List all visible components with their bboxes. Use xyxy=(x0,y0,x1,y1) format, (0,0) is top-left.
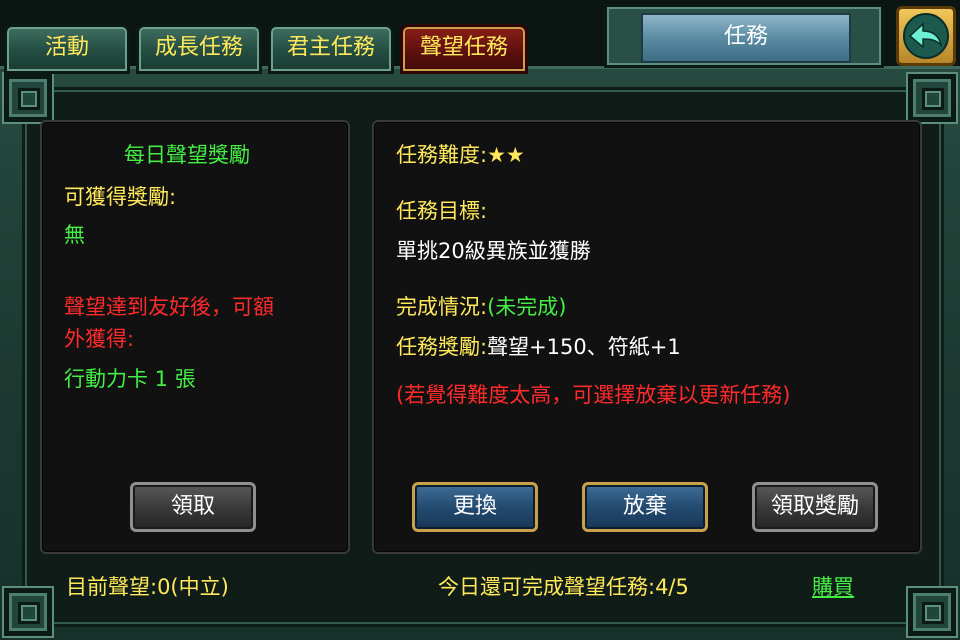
remaining-quests: 今日還可完成聲望任務:4/5 xyxy=(438,575,689,599)
window-title: 任務 xyxy=(641,13,851,63)
quest-reward-label: 任務獎勵: xyxy=(396,335,488,359)
reward-value: 無 xyxy=(64,223,85,247)
abandon-button[interactable]: 放棄 xyxy=(582,482,708,532)
claim-button[interactable]: 領取 xyxy=(130,482,256,532)
abandon-hint: (若覺得難度太高，可選擇放棄以更新任務) xyxy=(396,383,791,407)
goal-value: 單挑20級異族並獲勝 xyxy=(396,239,591,263)
tab-lord-quests[interactable]: 君主任務 xyxy=(268,24,394,74)
tab-reputation-quests[interactable]: 聲望任務 xyxy=(400,24,528,74)
current-reputation: 目前聲望:0(中立) xyxy=(66,575,229,599)
quest-reward-value: 聲望+150、符紙+1 xyxy=(487,335,681,359)
buy-link[interactable]: 購買 xyxy=(812,574,854,600)
status-value: (未完成) xyxy=(487,295,567,319)
frame-corner-ornament xyxy=(908,74,956,122)
back-button[interactable] xyxy=(896,6,956,66)
reward-row: 任務獎勵:聲望+150、符紙+1 xyxy=(396,334,681,360)
difficulty-stars-icon: ★★ xyxy=(487,143,525,167)
difficulty-row: 任務難度:★★ xyxy=(396,142,525,168)
status-label: 完成情況: xyxy=(396,295,488,319)
daily-reward-heading: 每日聲望獎勵 xyxy=(124,143,250,167)
goal-label: 任務目標: xyxy=(396,199,488,223)
tab-growth-quests[interactable]: 成長任務 xyxy=(136,24,262,74)
reward-label: 可獲得獎勵: xyxy=(64,185,177,209)
frame-corner-ornament xyxy=(4,74,52,122)
extra-reward-value: 行動力卡 1 張 xyxy=(64,367,196,391)
frame-corner-ornament xyxy=(4,588,52,636)
frame-corner-ornament xyxy=(908,588,956,636)
tab-activity[interactable]: 活動 xyxy=(4,24,130,74)
extra-reward-text-line2: 外獲得: xyxy=(64,327,135,351)
status-row: 完成情況:(未完成) xyxy=(396,294,566,320)
back-arrow-icon xyxy=(903,13,949,59)
extra-reward-text-line1: 聲望達到友好後，可額 xyxy=(64,295,274,319)
claim-reward-button[interactable]: 領取獎勵 xyxy=(752,482,878,532)
window-title-plate: 任務 xyxy=(604,4,884,68)
difficulty-label: 任務難度: xyxy=(396,143,488,167)
change-button[interactable]: 更換 xyxy=(412,482,538,532)
